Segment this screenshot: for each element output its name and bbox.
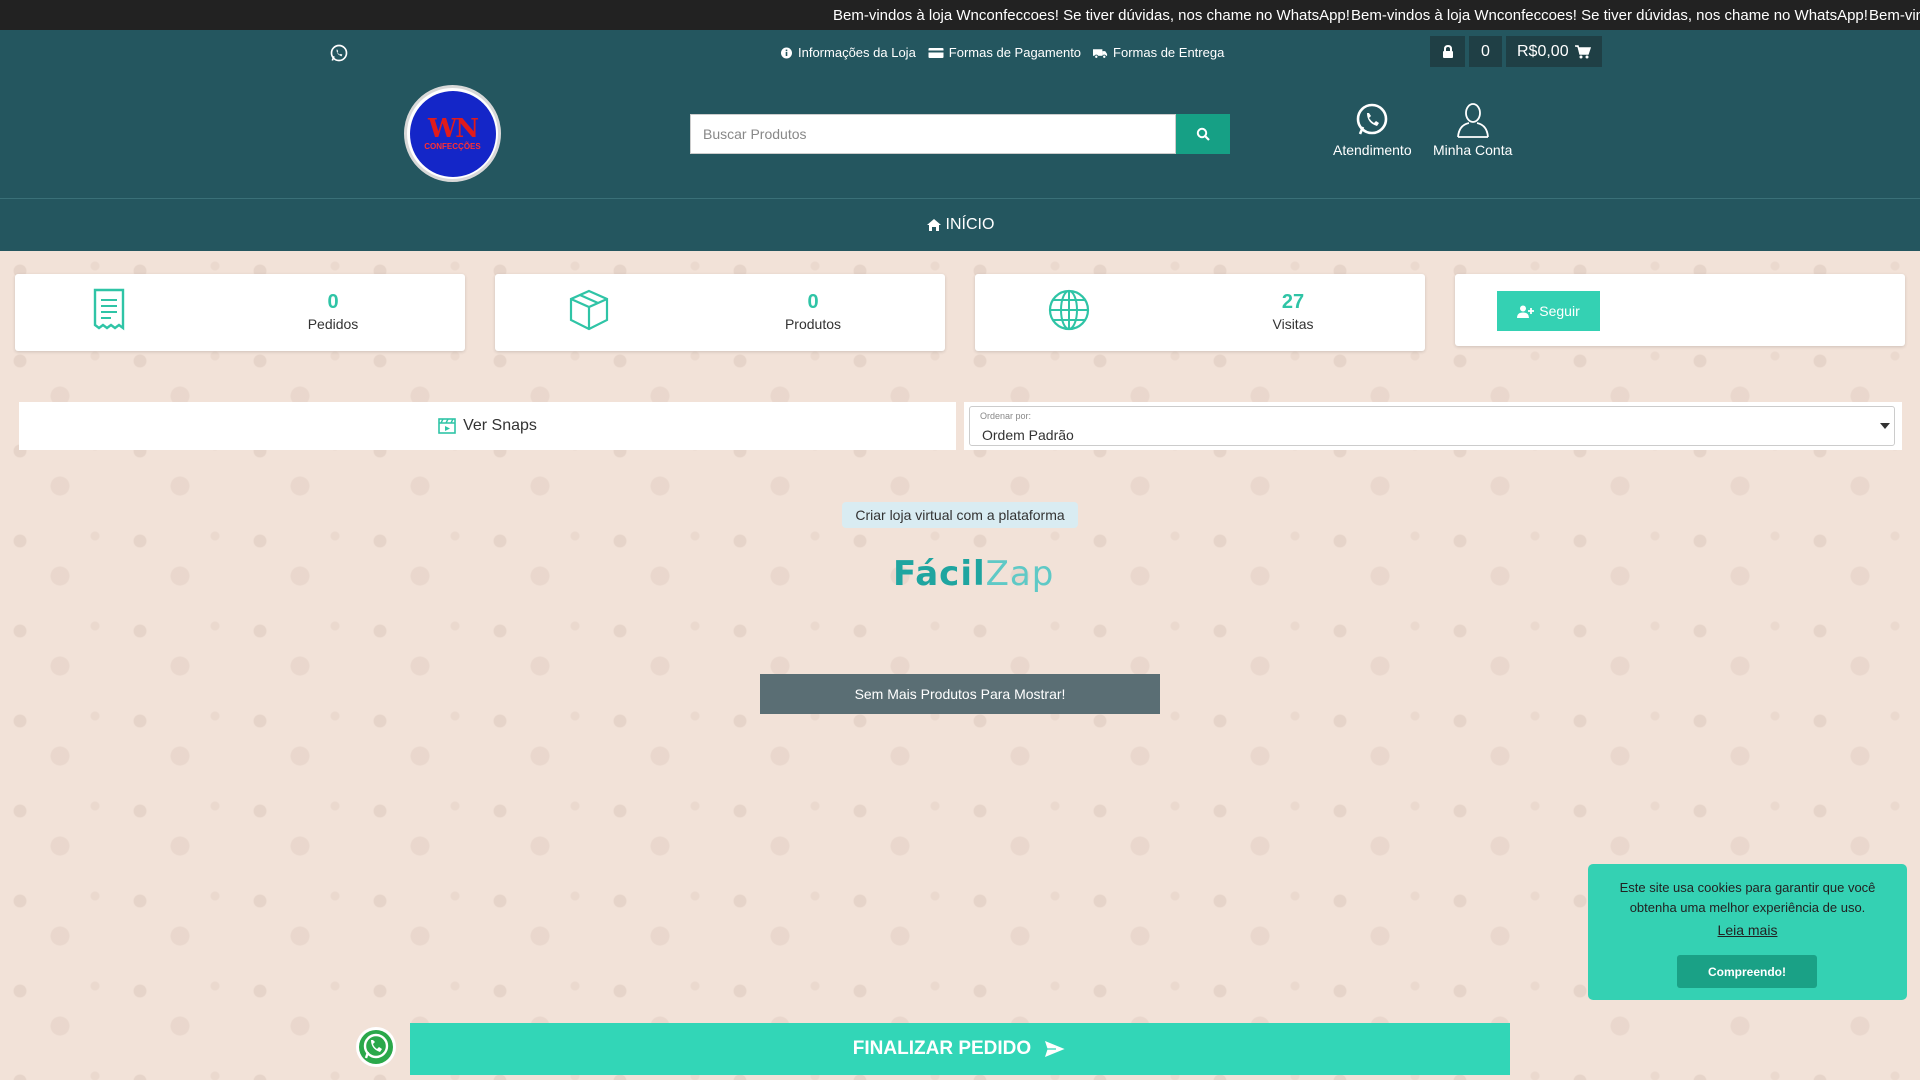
finalize-order-label: FINALIZAR PEDIDO (852, 1038, 1032, 1059)
video-icon (438, 418, 456, 434)
marquee-text-1: Bem-vindos à loja Wnconfeccoes! Se tiver… (833, 7, 1350, 24)
sort-label: Ordenar por: (980, 411, 1032, 421)
store-info-link[interactable]: Informações da Loja (780, 45, 916, 60)
facilzap-logo[interactable]: FácilZap (893, 554, 1054, 594)
sort-container: Ordenar por: Ordem Padrão (964, 402, 1902, 450)
cart-bar: 0 R$0,00 (1430, 36, 1602, 67)
nav-home[interactable]: INÍCIO (946, 216, 995, 234)
stat-visits-label: Visitas (1272, 316, 1314, 332)
user-plus-icon (1517, 305, 1535, 318)
main-nav: INÍCIO (0, 199, 1920, 251)
stat-orders-value: 0 (327, 291, 339, 313)
cookie-banner: Este site usa cookies para garantir que … (1588, 864, 1907, 1000)
stat-card-orders: 0 Pedidos (15, 274, 465, 351)
platform-credit[interactable]: Criar loja virtual com a plataforma (842, 502, 1078, 528)
header-links: Informações da Loja Formas de Pagamento … (780, 45, 1224, 60)
chevron-down-icon (1880, 423, 1890, 429)
cookie-read-more-link[interactable]: Leia mais (1718, 922, 1778, 938)
store-info-label: Informações da Loja (798, 45, 916, 60)
receipt-icon (93, 288, 125, 331)
search-input[interactable] (690, 114, 1176, 154)
stat-products-label: Produtos (784, 316, 842, 332)
stat-card-products: 0 Produtos (495, 274, 945, 351)
send-icon (1043, 1039, 1068, 1059)
login-button[interactable] (1430, 36, 1465, 67)
support-label: Atendimento (1333, 142, 1412, 158)
account-link[interactable]: Minha Conta (1433, 102, 1512, 158)
follow-button[interactable]: Seguir (1497, 291, 1600, 331)
support-link[interactable]: Atendimento (1333, 102, 1412, 158)
stat-card-visits: 27 Visitas (975, 274, 1425, 351)
sort-select[interactable]: Ordenar por: Ordem Padrão (969, 406, 1895, 446)
globe-icon (1048, 289, 1090, 331)
marquee-text-3: Bem-vin (1869, 7, 1920, 24)
shopping-cart-icon (1574, 44, 1591, 58)
info-icon (781, 47, 792, 58)
marquee-text-2: Bem-vindos à loja Wnconfeccoes! Se tiver… (1351, 7, 1868, 24)
cart-count[interactable]: 0 (1469, 36, 1502, 67)
view-snaps-label: Ver Snaps (463, 417, 537, 434)
stat-visits-value: 27 (1281, 291, 1305, 313)
cookie-accept-button[interactable]: Compreendo! (1677, 955, 1817, 988)
cookie-message: Este site usa cookies para garantir que … (1619, 880, 1876, 915)
logo-title: WN (428, 114, 479, 144)
credit-card-icon (928, 47, 944, 58)
delivery-methods-label: Formas de Entrega (1113, 45, 1225, 60)
search-button[interactable] (1176, 114, 1230, 154)
whatsapp-icon (1356, 103, 1388, 135)
site-header: Informações da Loja Formas de Pagamento … (0, 30, 1920, 199)
search-bar (690, 114, 1230, 154)
truck-icon (1093, 48, 1108, 59)
cart-total-button[interactable]: R$0,00 (1506, 36, 1602, 67)
facilzap-logo-part-a: Fácil (893, 554, 986, 594)
delivery-methods-link[interactable]: Formas de Entrega (1093, 45, 1224, 60)
no-more-products-button[interactable]: Sem Mais Produtos Para Mostrar! (760, 674, 1160, 714)
store-logo[interactable]: WN CONFECÇÕES (404, 85, 501, 182)
whatsapp-icon[interactable] (329, 43, 349, 63)
finalize-order-button[interactable]: FINALIZAR PEDIDO (410, 1023, 1510, 1075)
box-icon (569, 289, 609, 331)
sort-value: Ordem Padrão (982, 427, 1074, 443)
search-icon (1196, 127, 1210, 141)
lock-icon (1442, 44, 1453, 58)
whatsapp-float-icon[interactable] (355, 1026, 397, 1068)
account-label: Minha Conta (1433, 142, 1513, 158)
home-icon (926, 219, 941, 231)
store-logo-inner: WN CONFECÇÕES (409, 90, 496, 177)
payment-methods-link[interactable]: Formas de Pagamento (928, 45, 1081, 60)
payment-methods-label: Formas de Pagamento (948, 45, 1082, 60)
view-snaps-button[interactable]: Ver Snaps (19, 402, 956, 450)
user-icon (1456, 103, 1489, 138)
announcement-marquee: Bem-vindos à loja Wnconfeccoes! Se tiver… (0, 0, 1920, 30)
follow-label: Seguir (1539, 303, 1580, 319)
stat-orders-label: Pedidos (307, 316, 359, 332)
logo-subtitle: CONFECÇÕES (424, 142, 481, 151)
stat-products-value: 0 (807, 291, 819, 313)
cart-total: R$0,00 (1517, 42, 1569, 60)
facilzap-logo-part-b: Zap (985, 554, 1055, 594)
